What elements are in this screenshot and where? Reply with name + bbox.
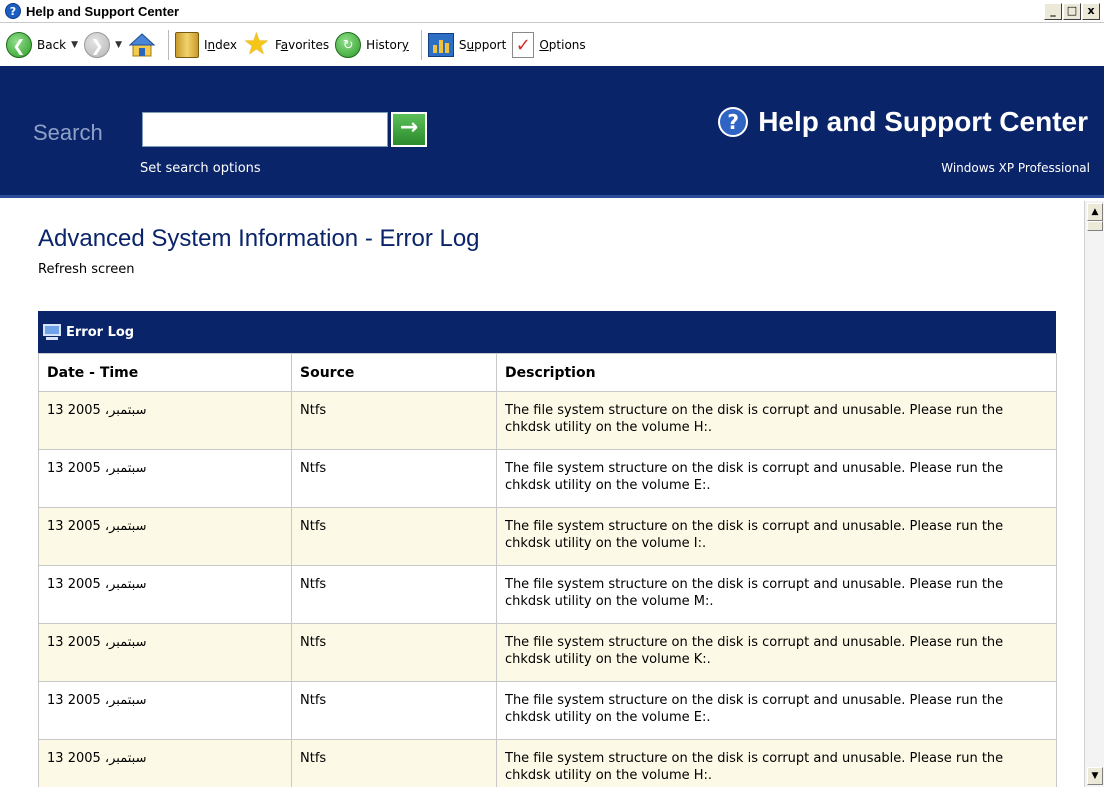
cell-description: The file system structure on the disk is…: [496, 449, 1057, 508]
page-title: Advanced System Information - Error Log: [38, 225, 480, 252]
brand: ? Help and Support Center: [718, 106, 1088, 138]
search-label: Search: [33, 120, 103, 145]
chevron-down-icon[interactable]: ▼: [71, 40, 78, 50]
help-icon: ?: [5, 3, 21, 19]
scroll-thumb[interactable]: [1087, 221, 1103, 231]
support-label: Support: [458, 38, 507, 52]
error-log-header: Error Log: [38, 311, 1056, 353]
cell-source: Ntfs: [291, 681, 497, 740]
cell-description: The file system structure on the disk is…: [496, 623, 1057, 682]
table-row: 13 سبتمبر، 2005 Ntfs The file system str…: [38, 623, 1057, 682]
cell-date: 13 سبتمبر، 2005: [38, 681, 292, 740]
history-icon: ↻: [335, 32, 362, 58]
cell-description: The file system structure on the disk is…: [496, 391, 1057, 450]
column-header-source: Source: [291, 353, 497, 392]
maximize-button[interactable]: □: [1063, 3, 1081, 20]
scroll-up-arrow-icon[interactable]: ▲: [1087, 203, 1103, 221]
table-row: 13 سبتمبر، 2005 Ntfs The file system str…: [38, 449, 1057, 508]
cell-date: 13 سبتمبر، 2005: [38, 739, 292, 787]
cell-source: Ntfs: [291, 391, 497, 450]
error-log-panel: Error Log Date - Time Source Description…: [38, 311, 1057, 787]
cell-date: 13 سبتمبر، 2005: [38, 449, 292, 508]
close-button[interactable]: x: [1082, 3, 1100, 20]
back-arrow-icon: ❮: [6, 32, 32, 58]
options-label: Options: [539, 38, 586, 52]
computer-icon: [42, 323, 62, 341]
cell-description: The file system structure on the disk is…: [496, 565, 1057, 624]
minimize-button[interactable]: _: [1044, 3, 1062, 20]
favorites-button[interactable]: ★ Favorites: [243, 28, 329, 62]
support-icon: [427, 33, 454, 57]
search-options-link[interactable]: Set search options: [140, 161, 261, 176]
forward-button[interactable]: ❯ ▼: [84, 28, 122, 62]
cell-description: The file system structure on the disk is…: [496, 681, 1057, 740]
help-icon: ?: [718, 107, 749, 137]
cell-description: The file system structure on the disk is…: [496, 507, 1057, 566]
cell-date: 13 سبتمبر، 2005: [38, 507, 292, 566]
header-band: Search → Set search options ? Help and S…: [0, 66, 1104, 198]
back-button[interactable]: ❮ Back ▼: [6, 28, 78, 62]
table-row: 13 سبتمبر، 2005 Ntfs The file system str…: [38, 739, 1057, 787]
cell-source: Ntfs: [291, 623, 497, 682]
history-button[interactable]: ↻ History: [335, 28, 409, 62]
checklist-icon: ✓: [512, 32, 535, 58]
forward-arrow-icon: ❯: [84, 32, 111, 58]
content-area: Advanced System Information - Error Log …: [0, 201, 1084, 787]
star-icon: ★: [243, 27, 270, 62]
home-button[interactable]: [128, 28, 156, 62]
back-label: Back: [37, 38, 67, 52]
window-title: Help and Support Center: [26, 3, 180, 19]
refresh-screen-link[interactable]: Refresh screen: [38, 262, 134, 277]
error-log-title: Error Log: [66, 324, 135, 340]
cell-date: 13 سبتمبر، 2005: [38, 623, 292, 682]
cell-date: 13 سبتمبر، 2005: [38, 565, 292, 624]
table-row: 13 سبتمبر، 2005 Ntfs The file system str…: [38, 391, 1057, 450]
table-row: 13 سبتمبر، 2005 Ntfs The file system str…: [38, 565, 1057, 624]
history-label: History: [366, 38, 409, 52]
home-icon: [128, 33, 156, 57]
search-input[interactable]: [142, 112, 388, 147]
options-button[interactable]: ✓ Options: [512, 28, 586, 62]
book-icon: [174, 32, 199, 58]
window-controls: _ □ x: [1044, 3, 1100, 20]
cell-source: Ntfs: [291, 507, 497, 566]
chevron-down-icon[interactable]: ▼: [115, 40, 122, 50]
cell-source: Ntfs: [291, 565, 497, 624]
toolbar-separator: [420, 30, 422, 60]
windows-edition: Windows XP Professional: [941, 161, 1090, 175]
favorites-label: Favorites: [274, 38, 330, 52]
cell-source: Ntfs: [291, 739, 497, 787]
table-row: 13 سبتمبر، 2005 Ntfs The file system str…: [38, 507, 1057, 566]
error-log-table: Date - Time Source Description 13 سبتمبر…: [38, 353, 1057, 787]
search-go-button[interactable]: →: [391, 112, 427, 147]
brand-title: Help and Support Center: [758, 106, 1088, 137]
cell-source: Ntfs: [291, 449, 497, 508]
cell-description: The file system structure on the disk is…: [496, 739, 1057, 787]
index-label: Index: [203, 38, 238, 52]
toolbar-separator: [167, 30, 169, 60]
title-bar: ? Help and Support Center _ □ x: [0, 0, 1104, 23]
index-button[interactable]: Index: [174, 28, 238, 62]
cell-date: 13 سبتمبر، 2005: [38, 391, 292, 450]
vertical-scrollbar[interactable]: ▲ ▼: [1084, 201, 1104, 787]
toolbar: ❮ Back ▼ ❯ ▼ Index ★ Favorites ↻ History…: [0, 24, 1104, 66]
column-header-date: Date - Time: [38, 353, 292, 392]
support-button[interactable]: Support: [427, 28, 507, 62]
column-header-description: Description: [496, 353, 1057, 392]
table-row: 13 سبتمبر، 2005 Ntfs The file system str…: [38, 681, 1057, 740]
scroll-down-arrow-icon[interactable]: ▼: [1087, 767, 1103, 785]
